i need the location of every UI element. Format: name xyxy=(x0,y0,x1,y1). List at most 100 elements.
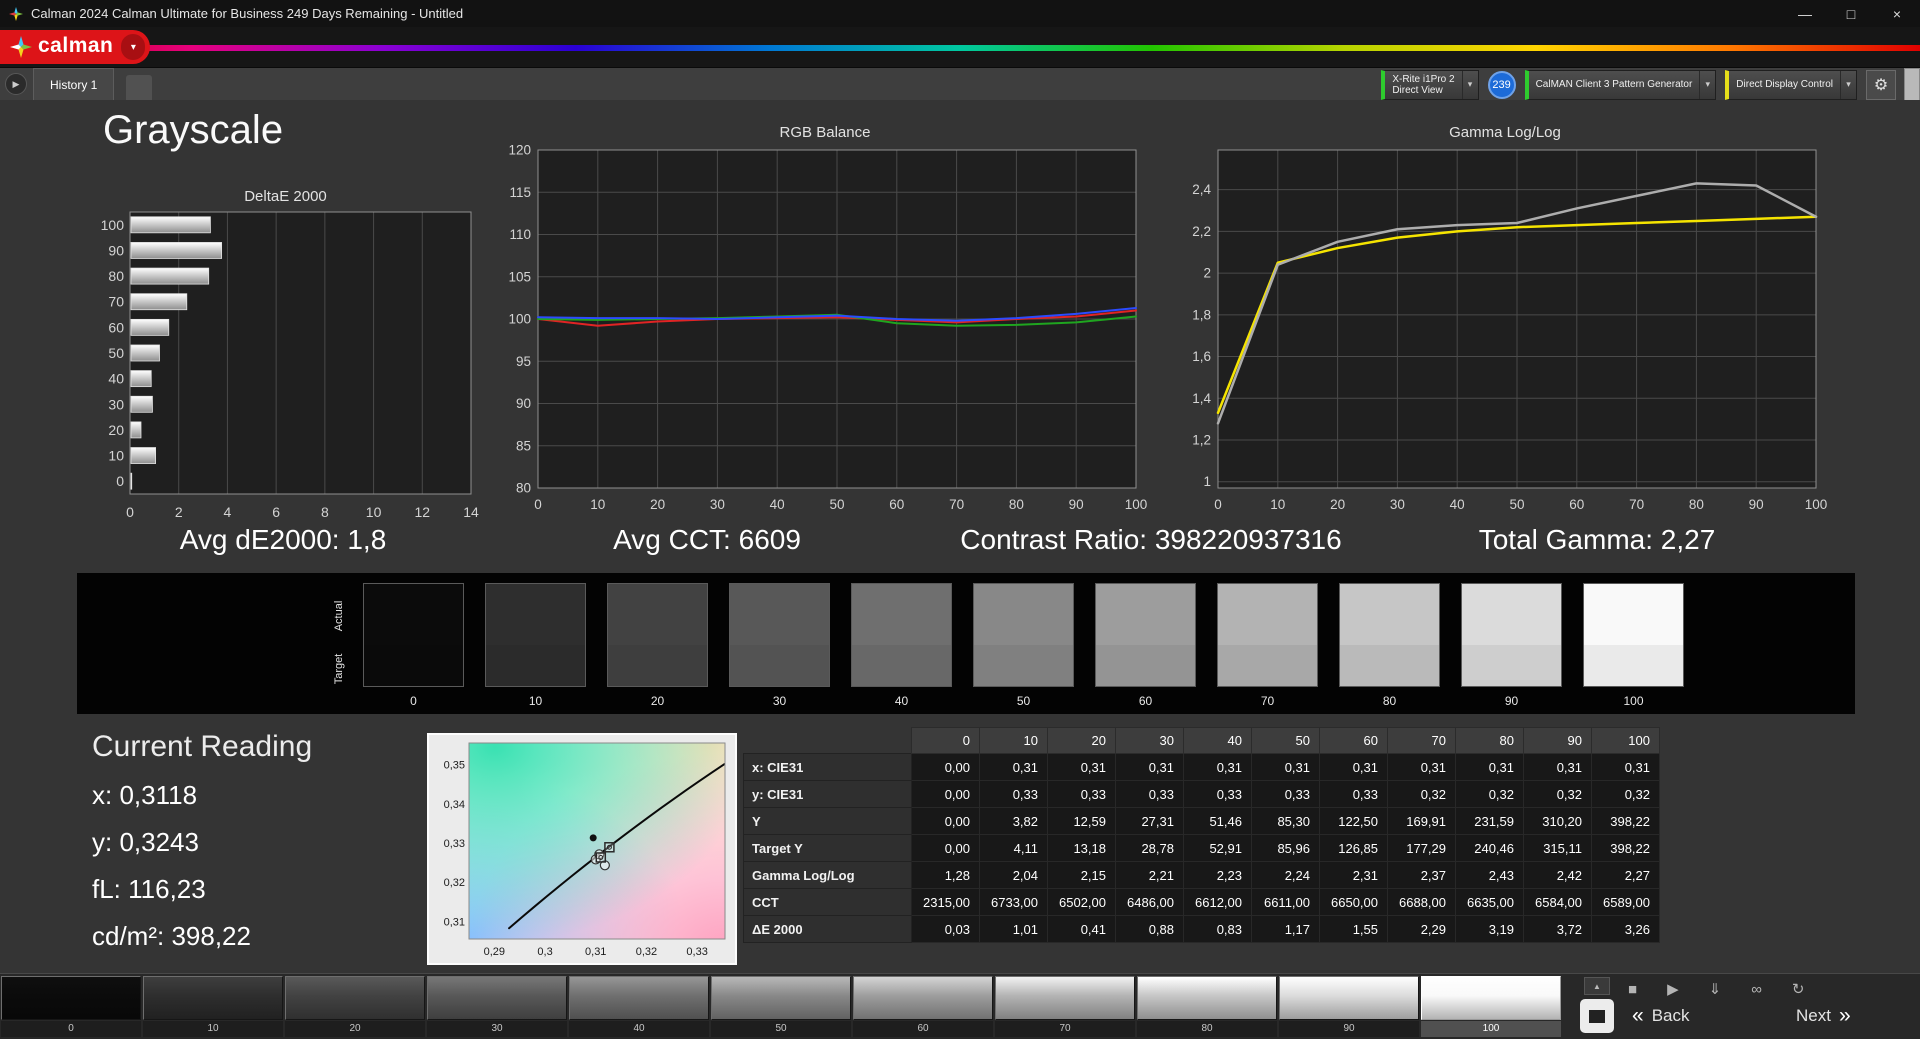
add-tab-button[interactable] xyxy=(126,75,152,101)
grayscale-swatch: 20 xyxy=(607,583,708,708)
meter-count-badge[interactable]: 239 xyxy=(1487,70,1516,99)
svg-text:80: 80 xyxy=(108,268,124,284)
table-cell: 12,59 xyxy=(1047,807,1116,835)
level-button-20[interactable]: 20 xyxy=(285,976,425,1037)
display-icon[interactable] xyxy=(1580,999,1614,1033)
grayscale-swatch: 80 xyxy=(1339,583,1440,708)
table-cell: 3,82 xyxy=(979,807,1048,835)
svg-text:6: 6 xyxy=(272,504,280,520)
svg-text:0,35: 0,35 xyxy=(444,760,465,772)
total-gamma-stat: Total Gamma: 2,27 xyxy=(1478,524,1716,555)
svg-text:1,2: 1,2 xyxy=(1192,433,1211,448)
meter-mode: Direct View xyxy=(1392,84,1443,96)
table-column-header: 90 xyxy=(1523,727,1592,754)
tab-history-1[interactable]: History 1 xyxy=(33,68,115,101)
calman-logo[interactable]: calman ▾ xyxy=(0,30,151,64)
logo-menu-caret-icon[interactable]: ▾ xyxy=(121,34,146,60)
table-cell: 0,33 xyxy=(979,780,1048,808)
grayscale-swatch: 60 xyxy=(1095,583,1196,708)
svg-text:14: 14 xyxy=(463,504,479,520)
svg-text:85: 85 xyxy=(516,438,531,453)
gear-icon[interactable]: ⚙ xyxy=(1866,69,1896,100)
table-cell: 0,83 xyxy=(1183,915,1252,943)
level-button-40[interactable]: 40 xyxy=(569,976,709,1037)
table-cell: 3,26 xyxy=(1591,915,1660,943)
svg-text:2,2: 2,2 xyxy=(1192,224,1211,239)
table-cell: 398,22 xyxy=(1591,807,1660,835)
table-cell: 0,41 xyxy=(1047,915,1116,943)
stop-icon[interactable]: ■ xyxy=(1628,980,1637,1000)
collapse-up-icon[interactable]: ▲ xyxy=(1584,977,1610,995)
table-row: ΔE 2000 0,03 1,01 0,41 0,88 0,83 1,17 1,55 2,29 3… xyxy=(743,915,1660,943)
next-label: Next xyxy=(1796,1006,1831,1025)
grayscale-swatch-label: 40 xyxy=(894,694,909,708)
svg-text:95: 95 xyxy=(516,354,531,369)
grayscale-swatch-label: 60 xyxy=(1138,694,1153,708)
svg-text:50: 50 xyxy=(829,497,844,512)
table-cell: 169,91 xyxy=(1387,807,1456,835)
table-row-label: Gamma Log/Log xyxy=(743,861,912,889)
table-cell: 0,32 xyxy=(1523,780,1592,808)
back-button[interactable]: « Back xyxy=(1632,1004,1689,1028)
display-control-name: Direct Display Control xyxy=(1736,79,1833,90)
table-cell: 0,31 xyxy=(1115,753,1184,781)
table-cell: 0,00 xyxy=(911,807,980,835)
table-column-header: 100 xyxy=(1591,727,1660,754)
svg-text:0,31: 0,31 xyxy=(585,946,606,958)
reading-x: x: 0,3118 xyxy=(92,780,198,810)
svg-text:0,3: 0,3 xyxy=(537,946,552,958)
next-chevron-icon: » xyxy=(1838,1004,1851,1027)
level-button-60[interactable]: 60 xyxy=(853,976,993,1037)
svg-text:30: 30 xyxy=(710,497,725,512)
table-cell: 0,31 xyxy=(1183,753,1252,781)
back-chevron-icon: « xyxy=(1632,1004,1644,1027)
next-button[interactable]: Next » xyxy=(1796,1004,1851,1028)
level-button-0[interactable]: 0 xyxy=(1,976,141,1037)
level-button-70[interactable]: 70 xyxy=(995,976,1135,1037)
close-button[interactable]: × xyxy=(1874,0,1920,27)
svg-text:100: 100 xyxy=(101,217,125,233)
table-row-label: CCT xyxy=(743,888,912,916)
svg-text:90: 90 xyxy=(516,396,531,411)
refresh-icon[interactable]: ↻ xyxy=(1792,980,1805,1000)
level-button-90[interactable]: 90 xyxy=(1279,976,1419,1037)
table-cell: 0,31 xyxy=(1591,753,1660,781)
svg-text:80: 80 xyxy=(516,481,531,496)
level-button-30[interactable]: 30 xyxy=(427,976,567,1037)
svg-text:0,33: 0,33 xyxy=(686,946,707,958)
table-cell: 0,00 xyxy=(911,753,980,781)
svg-text:90: 90 xyxy=(1069,497,1084,512)
table-column-header: 30 xyxy=(1115,727,1184,754)
table-cell: 0,00 xyxy=(911,780,980,808)
table-row-label: Y xyxy=(743,807,912,835)
link-icon[interactable]: ∞ xyxy=(1751,980,1762,1000)
table-row-label: x: CIE31 xyxy=(743,753,912,781)
reading-fl: fL: 116,23 xyxy=(92,874,206,904)
app-window: Calman 2024 Calman Ultimate for Business… xyxy=(0,0,1920,1039)
table-cell: 6584,00 xyxy=(1523,888,1592,916)
history-panel-arrow-icon[interactable]: ▶ xyxy=(5,73,27,95)
grayscale-swatch-label: 80 xyxy=(1382,694,1397,708)
table-cell: 0,33 xyxy=(1115,780,1184,808)
maximize-button[interactable]: □ xyxy=(1828,0,1874,27)
table-cell: 126,85 xyxy=(1319,834,1388,862)
table-cell: 0,31 xyxy=(1523,753,1592,781)
right-panel-toggle[interactable] xyxy=(1904,68,1920,101)
svg-text:1,8: 1,8 xyxy=(1192,307,1211,322)
level-button-50[interactable]: 50 xyxy=(711,976,851,1037)
table-cell: 0,88 xyxy=(1115,915,1184,943)
minimize-button[interactable]: — xyxy=(1782,0,1828,27)
save-icon[interactable]: ⇓ xyxy=(1709,980,1722,1000)
meter-dropdown[interactable]: X-Rite i1Pro 2 Direct View ▾ xyxy=(1381,69,1479,100)
pattern-generator-dropdown[interactable]: CalMAN Client 3 Pattern Generator ▾ xyxy=(1524,69,1717,100)
level-button-80[interactable]: 80 xyxy=(1137,976,1277,1037)
current-reading-panel: Current Reading x: 0,3118 y: 0,3243 fL: … xyxy=(92,730,312,968)
level-button-100[interactable]: 100 xyxy=(1421,976,1561,1037)
svg-text:10: 10 xyxy=(590,497,605,512)
grayscale-swatch-label: 70 xyxy=(1260,694,1275,708)
logo-row: calman ▾ xyxy=(0,27,1920,67)
display-control-dropdown[interactable]: Direct Display Control ▾ xyxy=(1725,69,1857,100)
level-button-10[interactable]: 10 xyxy=(143,976,283,1037)
table-cell: 0,31 xyxy=(979,753,1048,781)
play-icon[interactable]: ▶ xyxy=(1667,980,1679,1000)
